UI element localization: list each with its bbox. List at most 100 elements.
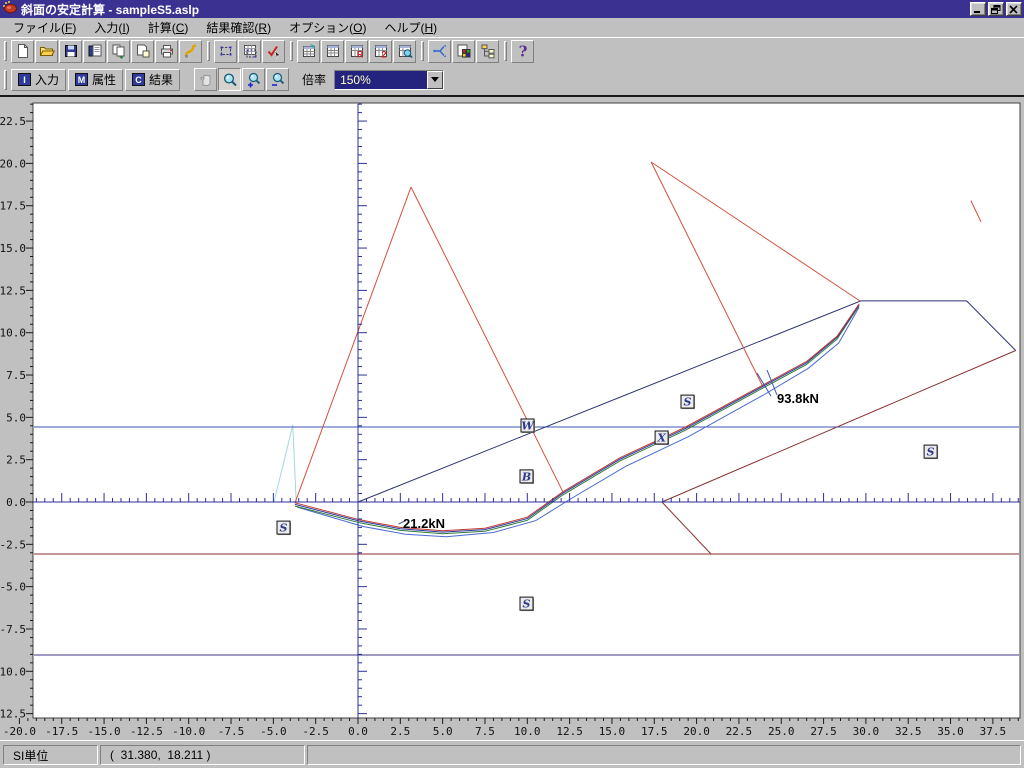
- data-tree-button[interactable]: [476, 40, 499, 63]
- zoom-in-button[interactable]: [242, 68, 265, 91]
- marker-letter: X: [656, 432, 666, 445]
- open-file-button[interactable]: [35, 40, 58, 63]
- svg-text:R: R: [356, 50, 363, 60]
- marker-letter: S: [280, 522, 288, 535]
- y-tick-label: 12.5: [0, 284, 26, 297]
- attribute-marker-b[interactable]: B: [520, 470, 534, 484]
- minimize-button[interactable]: [970, 2, 986, 16]
- paste-drawing-icon: [135, 43, 151, 59]
- menu-o[interactable]: オプション(O): [280, 18, 375, 37]
- open-file-icon: [39, 43, 55, 59]
- close-button[interactable]: [1006, 2, 1022, 16]
- zoom-ratio-combobox[interactable]: 150%: [334, 70, 444, 90]
- message-panel: [307, 745, 1021, 765]
- svg-text:?: ?: [518, 43, 527, 59]
- pan-hand-icon: [198, 72, 214, 88]
- data-tree-icon: [480, 43, 496, 59]
- select-region-button[interactable]: [214, 40, 237, 63]
- menu-c[interactable]: 計算(C): [139, 18, 198, 37]
- copy-drawing-icon: [111, 43, 127, 59]
- copy-drawing-button[interactable]: [107, 40, 130, 63]
- menu-f[interactable]: ファイル(F): [4, 18, 85, 37]
- result-table-search-button[interactable]: [393, 40, 416, 63]
- y-tick-label: -10.0: [0, 665, 26, 678]
- marker-letter: S: [523, 598, 531, 611]
- y-tick-label: 0.0: [6, 496, 26, 509]
- export-data-button[interactable]: [179, 40, 202, 63]
- attribute-marker-s[interactable]: S: [681, 395, 695, 409]
- drawing-canvas[interactable]: -20.0-17.5-15.0-12.5-10.0-7.5-5.0-2.50.0…: [0, 97, 1024, 740]
- attribute-marker-x[interactable]: X: [655, 431, 669, 445]
- mode-button-label: 属性: [92, 71, 116, 88]
- region-grid-button[interactable]: [238, 40, 261, 63]
- attribute-marker-s[interactable]: S: [924, 445, 938, 459]
- y-tick-label: 10.0: [0, 327, 26, 340]
- flow-arrows-icon: [432, 43, 448, 59]
- apply-check-button[interactable]: [262, 40, 285, 63]
- x-tick-label: 25.0: [768, 725, 795, 738]
- pan-hand-button[interactable]: [194, 68, 217, 91]
- save-file-button[interactable]: [59, 40, 82, 63]
- main-toolbar: R2?: [0, 37, 1024, 64]
- flow-arrows-button[interactable]: [428, 40, 451, 63]
- x-tick-label: 30.0: [853, 725, 880, 738]
- result-table-2-icon: 2: [373, 43, 389, 59]
- result-table-r-button[interactable]: R: [345, 40, 368, 63]
- toolbar-drag-handle[interactable]: [421, 41, 424, 61]
- apply-check-icon: [266, 43, 282, 59]
- zoom-ratio-value: 150%: [335, 71, 427, 89]
- toolbar-drag-handle[interactable]: [207, 41, 210, 61]
- print-preview-button[interactable]: [83, 40, 106, 63]
- result-table-button[interactable]: [321, 40, 344, 63]
- select-region-icon: [218, 43, 234, 59]
- marker-letter: S: [684, 396, 692, 409]
- display-palette-button[interactable]: [452, 40, 475, 63]
- x-tick-label: 12.5: [556, 725, 583, 738]
- print-icon: [159, 43, 175, 59]
- y-tick-label: 2.5: [6, 454, 26, 467]
- x-tick-label: -5.0: [260, 725, 287, 738]
- y-tick-label: -5.0: [0, 581, 26, 594]
- unit-status-panel: SI単位: [3, 745, 98, 765]
- toolbar-drag-handle[interactable]: [504, 41, 507, 61]
- mode-button-label: 結果: [149, 71, 173, 88]
- print-preview-icon: [87, 43, 103, 59]
- restore-button[interactable]: [988, 2, 1004, 16]
- m-chip-icon: M: [75, 73, 88, 86]
- status-bar: SI単位 ( 31.380, 18.211 ): [0, 740, 1024, 768]
- mode-button-m[interactable]: M 属性: [68, 69, 123, 91]
- mode-button-c[interactable]: C結果: [125, 69, 180, 91]
- menu-r[interactable]: 結果確認(R): [197, 18, 280, 37]
- attribute-marker-s[interactable]: S: [520, 597, 534, 611]
- help-button[interactable]: ?: [511, 40, 534, 63]
- zoom-window-button[interactable]: [218, 68, 241, 91]
- attribute-marker-w[interactable]: W: [521, 419, 535, 433]
- paste-drawing-button[interactable]: [131, 40, 154, 63]
- zoom-in-icon: [246, 72, 262, 88]
- menu-i[interactable]: 入力(I): [85, 18, 138, 37]
- x-tick-label: 5.0: [433, 725, 453, 738]
- x-tick-label: -10.0: [172, 725, 205, 738]
- attribute-marker-s[interactable]: S: [277, 521, 291, 535]
- toolbar-drag-handle[interactable]: [4, 70, 7, 90]
- force-value-label: 93.8kN: [777, 391, 819, 406]
- new-file-button[interactable]: [11, 40, 34, 63]
- toolbar-drag-handle[interactable]: [4, 41, 7, 61]
- toolbar-drag-handle[interactable]: [290, 41, 293, 61]
- y-tick-label: 15.0: [0, 242, 26, 255]
- input-table-button[interactable]: [297, 40, 320, 63]
- marker-letter: S: [927, 446, 935, 459]
- region-grid-icon: [242, 43, 258, 59]
- slope-app-icon: [2, 0, 18, 20]
- zoom-out-button[interactable]: [266, 68, 289, 91]
- x-tick-label: -20.0: [3, 725, 36, 738]
- x-tick-label: -2.5: [302, 725, 329, 738]
- result-table-r-icon: R: [349, 43, 365, 59]
- select-toolbar-group: [207, 40, 286, 63]
- x-tick-label: 32.5: [895, 725, 922, 738]
- menu-h[interactable]: ヘルプ(H): [375, 18, 446, 37]
- mode-button-i[interactable]: I入力: [11, 69, 66, 91]
- print-button[interactable]: [155, 40, 178, 63]
- result-table-2-button[interactable]: 2: [369, 40, 392, 63]
- combo-dropdown-button[interactable]: [427, 71, 443, 89]
